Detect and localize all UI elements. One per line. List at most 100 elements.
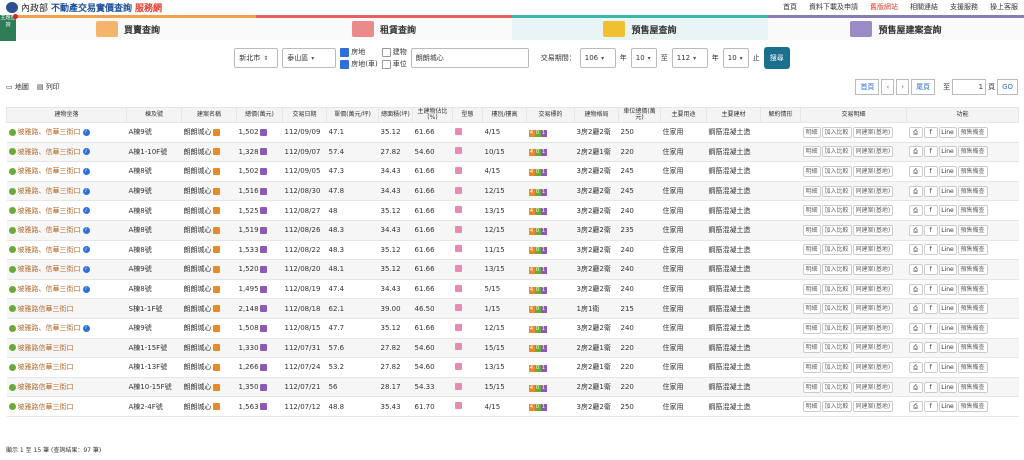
same-community-button[interactable]: 同建案(基地) [852,381,894,393]
info-icon[interactable]: i [82,187,90,195]
expand-icon[interactable] [8,207,16,215]
info-icon[interactable]: i [82,285,90,293]
address-link[interactable]: 坡雅路、信華三街口 [18,264,81,274]
printer-icon[interactable]: ⎙ [908,401,923,413]
table-row[interactable]: 坡雅路、信華三街口 i A棟9號 朗朗城心 1,516 112/08/30 47.8 34.4… [6,181,1019,202]
column-header[interactable]: 總面積(坪) [378,107,413,123]
detail-button[interactable]: 明細 [802,283,821,295]
facebook-icon[interactable]: f [923,244,938,256]
same-community-button[interactable]: 同建案(基地) [852,126,894,138]
column-header[interactable]: 車位總價(萬元) [618,107,661,123]
project-badge-icon[interactable] [212,148,220,156]
address-link[interactable]: 坡雅路信華三街口 [18,343,74,353]
presale-record-button[interactable]: 預售備查 [957,146,988,158]
column-header[interactable]: 樓別/樓高 [482,107,527,123]
compare-button[interactable]: 加入比較 [821,381,852,393]
compare-button[interactable]: 加入比較 [821,322,852,334]
info-icon[interactable]: i [82,128,90,136]
facebook-icon[interactable]: f [923,342,938,354]
info-icon[interactable]: i [82,148,90,156]
line-share-button[interactable]: Line [938,263,957,275]
line-share-button[interactable]: Line [938,126,957,138]
project-badge-icon[interactable] [212,403,220,411]
facebook-icon[interactable]: f [923,322,938,334]
same-community-button[interactable]: 同建案(基地) [852,185,894,197]
address-link[interactable]: 坡雅路、信華三街口 [18,225,81,235]
column-header[interactable]: 功能 [906,107,1019,123]
column-header[interactable]: 主要用途 [660,107,707,123]
facebook-icon[interactable]: f [923,361,938,373]
detail-button[interactable]: 明細 [802,401,821,413]
detail-button[interactable]: 明細 [802,244,821,256]
detail-button[interactable]: 明細 [802,146,821,158]
project-badge-icon[interactable] [212,285,220,293]
price-note-icon[interactable] [259,207,267,215]
detail-button[interactable]: 明細 [802,185,821,197]
compare-button[interactable]: 加入比較 [821,126,852,138]
detail-button[interactable]: 明細 [802,205,821,217]
presale-record-button[interactable]: 預售備查 [957,401,988,413]
project-badge-icon[interactable] [212,226,220,234]
map-button[interactable]: ▭ 地圖 [6,82,29,92]
line-share-button[interactable]: Line [938,322,957,334]
page-input[interactable]: 1 [952,78,987,95]
address-link[interactable]: 坡雅路、信華三街口 [18,186,81,196]
print-button[interactable]: ▤ 列印 [37,82,60,92]
compare-button[interactable]: 加入比較 [821,244,852,256]
table-row[interactable]: 坡雅路、信華三街口 i A棟1-10F號 朗朗城心 1,328 112/09/07 57.4… [6,142,1019,163]
info-icon[interactable]: i [82,246,90,254]
line-share-button[interactable]: Line [938,244,957,256]
start-month-select[interactable]: 10 ▾ [630,48,657,68]
expand-icon[interactable] [8,383,16,391]
address-link[interactable]: 坡雅路信華三街口 [18,304,74,314]
project-badge-icon[interactable] [212,344,220,352]
project-badge-icon[interactable] [212,265,220,273]
column-header[interactable]: 交易標的 [526,107,575,123]
table-row[interactable]: 坡雅路、信華三街口 i A棟8號 朗朗城心 1,525 112/08/27 48 35.12 6… [6,200,1019,221]
table-row[interactable]: 坡雅路信華三街口 A棟2-4F號 朗朗城心 1,563 112/07/12 48.8 35.… [6,396,1019,417]
district-select[interactable]: 泰山區 ▾ [282,48,337,68]
address-link[interactable]: 坡雅路、信華三街口 [18,147,81,157]
compare-button[interactable]: 加入比較 [821,283,852,295]
price-note-icon[interactable] [259,305,267,313]
building-checkbox[interactable] [381,47,391,57]
facebook-icon[interactable]: f [923,263,938,275]
price-note-icon[interactable] [259,187,267,195]
presale-record-button[interactable]: 預售備查 [957,283,988,295]
address-link[interactable]: 坡雅路信華三街口 [18,362,74,372]
same-community-button[interactable]: 同建案(基地) [852,244,894,256]
table-row[interactable]: 坡雅路、信華三街口 i A棟9號 朗朗城心 1,520 112/08/20 48.1 35.1… [6,259,1019,280]
same-community-button[interactable]: 同建案(基地) [852,205,894,217]
line-share-button[interactable]: Line [938,165,957,177]
price-note-icon[interactable] [259,403,267,411]
end-month-select[interactable]: 10 ▾ [722,48,749,68]
compare-button[interactable]: 加入比較 [821,401,852,413]
facebook-icon[interactable]: f [923,401,938,413]
start-year-select[interactable]: 106 ▾ [579,48,616,68]
info-icon[interactable]: i [82,226,90,234]
expand-icon[interactable] [8,265,16,273]
same-community-button[interactable]: 同建案(基地) [852,165,894,177]
address-link[interactable]: 坡雅路信華三街口 [18,382,74,392]
price-note-icon[interactable] [259,148,267,156]
expand-icon[interactable] [8,403,16,411]
table-row[interactable]: 坡雅路、信華三街口 i A棟8號 朗朗城心 1,495 112/08/19 47.4 34.4… [6,279,1019,300]
tab-rent[interactable]: 租賃查詢 [256,15,512,40]
city-select[interactable]: 新北市 ⇕ [234,48,279,68]
tab-presale-project[interactable]: 預售屋建案查詢 [768,15,1024,40]
printer-icon[interactable]: ⎙ [908,263,923,275]
address-link[interactable]: 坡雅路、信華三街口 [18,127,81,137]
printer-icon[interactable]: ⎙ [908,342,923,354]
facebook-icon[interactable]: f [923,185,938,197]
expand-icon[interactable] [8,128,16,136]
price-note-icon[interactable] [259,265,267,273]
presale-record-button[interactable]: 預售備查 [957,361,988,373]
search-button[interactable]: 搜尋 [763,47,790,69]
detail-button[interactable]: 明細 [802,381,821,393]
project-badge-icon[interactable] [212,246,220,254]
same-community-button[interactable]: 同建案(基地) [852,322,894,334]
printer-icon[interactable]: ⎙ [908,244,923,256]
nav-links[interactable]: 相關連結 [910,2,938,12]
presale-record-button[interactable]: 預售備查 [957,263,988,275]
expand-icon[interactable] [8,285,16,293]
